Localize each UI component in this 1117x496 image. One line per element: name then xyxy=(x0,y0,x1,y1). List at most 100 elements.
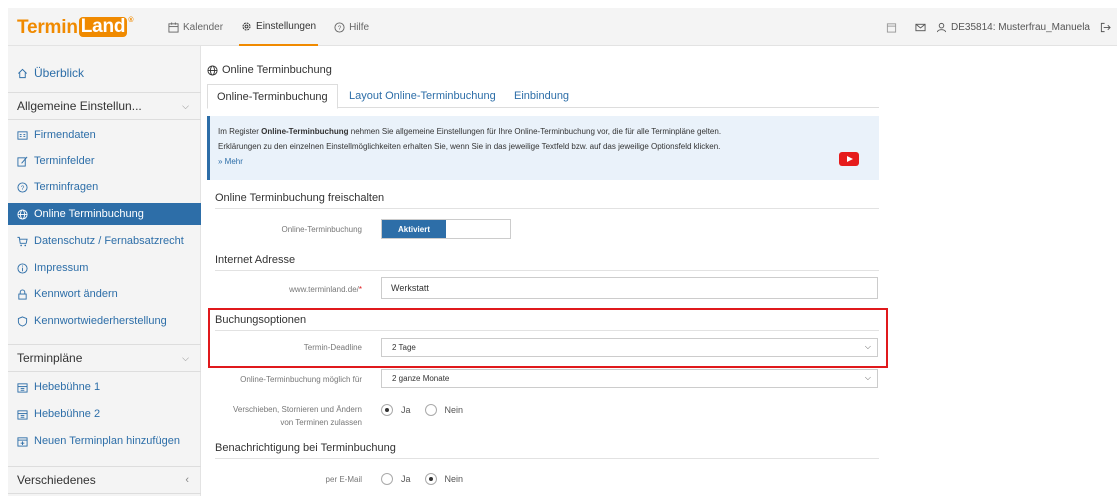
sidebar-group-label: Allgemeine Einstellun... xyxy=(17,99,142,113)
gear-icon xyxy=(242,21,251,31)
section-address: Internet Adresse xyxy=(215,254,879,271)
highlight-frame xyxy=(208,308,888,368)
nav-einstellungen[interactable]: Einstellungen xyxy=(239,8,319,46)
url-label: www.terminland.de/* xyxy=(289,285,362,294)
more-link[interactable]: » Mehr xyxy=(218,154,871,169)
home-icon xyxy=(18,68,27,78)
sidebar-item-kennwortwiederherstellung[interactable]: Kennwortwiederherstellung xyxy=(8,310,201,332)
email-radio-group: Ja Nein xyxy=(381,473,463,485)
tab-bar: Online-Terminbuchung Layout Online-Termi… xyxy=(207,84,879,109)
user-name: DE35814: Musterfrau_Manuela xyxy=(951,21,1090,33)
url-input[interactable]: Werkstatt xyxy=(381,277,878,299)
sidebar-item-terminfragen[interactable]: ? Terminfragen xyxy=(8,176,201,198)
nav-kalender[interactable]: Kalender xyxy=(166,8,225,46)
info-box: Im Register Online-Terminbuchung nehmen … xyxy=(207,116,879,180)
main-nav: Kalender Einstellungen ? Hilfe xyxy=(166,8,371,46)
breadcrumb: Online Terminbuchung xyxy=(207,64,332,76)
sidebar-item-hebebuehne-2[interactable]: Hebebühne 2 xyxy=(8,403,201,425)
reschedule-nein-radio[interactable] xyxy=(424,404,437,416)
mail-icon[interactable] xyxy=(915,22,926,33)
sidebar-item-label: Online Terminbuchung xyxy=(34,208,144,220)
booking-period-select[interactable]: 2 ganze Monate ⌵ xyxy=(381,369,878,388)
sidebar-group-label: Verschiedenes xyxy=(17,473,96,487)
youtube-icon[interactable] xyxy=(839,152,859,166)
booking-period-label: Online-Terminbuchung möglich für xyxy=(240,375,362,384)
calendar-plus-icon xyxy=(17,436,28,447)
edit-icon xyxy=(17,156,28,167)
calendar-icon xyxy=(168,21,179,33)
calendar-icon xyxy=(17,382,28,393)
globe-icon xyxy=(207,64,218,76)
sidebar-item-label: Terminfelder xyxy=(34,155,95,167)
sidebar-item-datenschutz[interactable]: Datenschutz / Fernabsatzrecht xyxy=(8,230,201,252)
chevron-down-icon: ⌵ xyxy=(182,352,189,363)
top-bar: Termin Land ® Kalender Einstellungen ? Hil… xyxy=(8,8,1117,46)
reschedule-radio-group: Ja Nein xyxy=(381,404,463,416)
chevron-down-icon: ⌵ xyxy=(182,100,189,111)
help-icon: ? xyxy=(334,21,345,33)
sidebar-item-label: Hebebühne 1 xyxy=(34,381,101,393)
tab-online-terminbuchung[interactable]: Online-Terminbuchung xyxy=(207,84,338,109)
sidebar-item-label: Überblick xyxy=(34,66,85,80)
sidebar-item-online-terminbuchung[interactable]: Online Terminbuchung xyxy=(8,203,201,225)
section-unlock: Online Terminbuchung freischalten xyxy=(215,192,879,209)
breadcrumb-label: Online Terminbuchung xyxy=(222,64,332,76)
sidebar-item-label: Hebebühne 2 xyxy=(34,408,101,420)
nav-kalender-label: Kalender xyxy=(183,21,224,33)
sidebar-item-add-plan[interactable]: Neuen Terminplan hinzufügen xyxy=(8,430,201,452)
svg-text:?: ? xyxy=(338,24,342,31)
sidebar-item-overview[interactable]: Überblick xyxy=(8,62,201,84)
logout-icon[interactable] xyxy=(1100,22,1111,33)
sidebar-item-firmendaten[interactable]: Firmendaten xyxy=(8,124,201,146)
sidebar-group-general[interactable]: Allgemeine Einstellun... ⌵ xyxy=(8,92,201,120)
sidebar-item-hebebuehne-1[interactable]: Hebebühne 1 xyxy=(8,376,201,398)
sidebar-item-kennwort[interactable]: Kennwort ändern xyxy=(8,283,201,305)
info-line-2: Erklärungen zu den einzelnen Einstellmög… xyxy=(218,142,721,151)
top-right-tools: DE35814: Musterfrau_Manuela xyxy=(886,8,1111,46)
main-content: Online Terminbuchung Online-Terminbuchun… xyxy=(207,46,888,496)
section-notification: Benachrichtigung bei Terminbuchung xyxy=(215,442,879,459)
reschedule-label: Verschieben, Stornieren und Ändern von T… xyxy=(233,405,362,427)
tab-layout[interactable]: Layout Online-Terminbuchung xyxy=(349,84,496,108)
sidebar-item-label: Neuen Terminplan hinzufügen xyxy=(34,435,180,447)
sidebar-group-misc[interactable]: Verschiedenes ‹ xyxy=(8,466,201,494)
question-icon: ? xyxy=(17,181,28,193)
sidebar-item-label: Firmendaten xyxy=(34,129,96,141)
globe-icon xyxy=(17,208,28,220)
calendar-icon xyxy=(17,409,28,420)
chevron-down-icon: ⌵ xyxy=(864,373,871,382)
info-line-1: Im Register Online-Terminbuchung nehmen … xyxy=(218,127,722,136)
online-terminbuchung-toggle[interactable]: Aktiviert xyxy=(381,219,511,239)
calendar-small-icon[interactable] xyxy=(886,22,897,33)
sidebar-item-label: Terminfragen xyxy=(34,181,99,193)
sidebar-item-label: Datenschutz / Fernabsatzrecht xyxy=(34,235,184,247)
svg-text:?: ? xyxy=(21,184,25,191)
sidebar-item-label: Kennwort ändern xyxy=(34,288,118,300)
email-label: per E-Mail xyxy=(325,475,362,484)
chevron-left-icon: ‹ xyxy=(185,474,189,486)
sidebar: Überblick Allgemeine Einstellun... ⌵ Fir… xyxy=(8,46,201,496)
sidebar-item-label: Impressum xyxy=(34,262,89,274)
nav-hilfe-label: Hilfe xyxy=(349,21,370,33)
email-ja-radio[interactable] xyxy=(381,473,393,485)
sidebar-item-label: Kennwortwiederherstellung xyxy=(34,315,167,327)
user-icon xyxy=(936,22,947,32)
id-card-icon xyxy=(17,130,28,140)
email-nein-radio[interactable] xyxy=(424,473,437,485)
shield-icon xyxy=(17,315,28,327)
info-icon xyxy=(17,262,28,274)
sidebar-item-impressum[interactable]: Impressum xyxy=(8,257,201,279)
sidebar-item-terminfelder[interactable]: Terminfelder xyxy=(8,150,201,172)
nav-einstellungen-label: Einstellungen xyxy=(256,20,317,32)
sidebar-group-plans[interactable]: Terminpläne ⌵ xyxy=(8,344,201,372)
reschedule-ja-radio[interactable] xyxy=(381,404,393,416)
online-terminbuchung-label: Online-Terminbuchung xyxy=(281,225,363,234)
terminland-logo[interactable]: Termin Land ® xyxy=(17,17,134,39)
user-menu[interactable]: DE35814: Musterfrau_Manuela xyxy=(936,22,1090,33)
cart-icon xyxy=(17,236,28,246)
nav-hilfe[interactable]: ? Hilfe xyxy=(332,8,371,46)
sidebar-group-label: Terminpläne xyxy=(17,351,83,365)
tab-einbindung[interactable]: Einbindung xyxy=(514,84,569,108)
lock-icon xyxy=(18,288,27,300)
toggle-active-label: Aktiviert xyxy=(382,220,446,238)
